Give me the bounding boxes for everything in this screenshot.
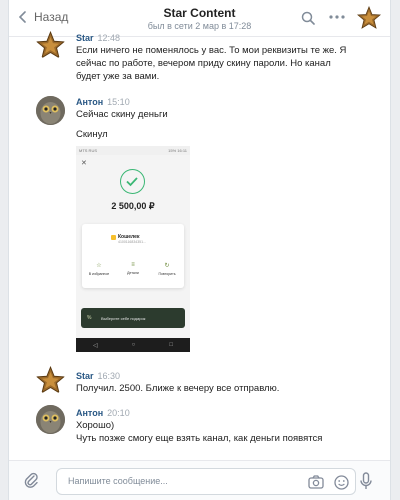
message-time: 12:48	[97, 33, 121, 43]
paperclip-icon[interactable]	[24, 471, 38, 489]
message-time: 16:30	[97, 371, 121, 381]
phone-status-bar: MTS RUS 15% 16:11	[76, 146, 190, 155]
message-text: Хорошо) Чуть позже смогу еще взять канал…	[76, 420, 323, 444]
message-input-box[interactable]	[56, 468, 356, 495]
message-author[interactable]: Антон 15:10	[76, 97, 130, 107]
message-composer	[9, 460, 390, 500]
image-attachment[interactable]: MTS RUS 15% 16:11 ✕ 2 500,00 ₽ Кошелек 41…	[76, 146, 190, 352]
payment-amount: 2 500,00 ₽	[111, 201, 155, 211]
message-text: Получил. 2500. Ближе к вечеру все отправ…	[76, 383, 280, 394]
wallet-actions: ☆ В избранное ≡ Детали ↻ Повторить	[82, 262, 184, 276]
more-icon[interactable]	[329, 15, 345, 19]
list-icon: ≡	[131, 262, 135, 268]
last-seen-status: был в сети 2 мар в 17:28	[147, 21, 252, 31]
repeat-action: ↻ Повторить	[152, 262, 182, 276]
avatar-anton[interactable]	[36, 96, 65, 125]
message-author[interactable]: Star 12:48	[76, 33, 120, 43]
chat-avatar-star[interactable]	[357, 6, 381, 30]
gift-banner: % Выберите себе подарок	[81, 308, 185, 328]
wallet-icon	[111, 235, 116, 240]
percent-icon: %	[87, 315, 92, 321]
owl-icon	[36, 405, 65, 434]
chat-window: Назад Star Content был в сети 2 мар в 17…	[8, 0, 391, 500]
attachment-screen: MTS RUS 15% 16:11 ✕ 2 500,00 ₽ Кошелек 41…	[76, 146, 190, 338]
favorite-action: ☆ В избранное	[84, 262, 114, 276]
message-input[interactable]	[68, 476, 288, 486]
owl-icon	[36, 96, 65, 125]
close-icon: ✕	[81, 160, 87, 167]
emoji-icon[interactable]	[334, 475, 349, 490]
message-time: 15:10	[107, 97, 130, 107]
nav-back-icon: ◁	[93, 342, 98, 349]
message-author[interactable]: Star 16:30	[76, 371, 120, 381]
repeat-icon: ↻	[164, 263, 170, 269]
nav-home-icon: ○	[131, 342, 136, 348]
wallet-number: 4100116834351...	[118, 240, 146, 244]
camera-icon[interactable]	[308, 475, 324, 489]
message-text: Если ничего не поменялось у вас. То мои …	[76, 45, 347, 82]
nav-recent-icon: □	[169, 342, 173, 348]
wallet-card: Кошелек 4100116834351... ☆ В избранное ≡ Д…	[82, 224, 184, 288]
avatar-star[interactable]	[36, 31, 65, 60]
star-icon: ☆	[96, 263, 102, 269]
chat-header: Назад Star Content был в сети 2 мар в 17…	[9, 0, 390, 37]
phone-nav-bar: ◁ ○ □	[76, 338, 190, 352]
message-text: Скинул	[76, 129, 108, 140]
check-circle-icon	[120, 169, 145, 194]
details-action: ≡ Детали	[118, 262, 148, 276]
avatar-anton[interactable]	[36, 405, 65, 434]
message-text: Сейчас скину деньги	[76, 109, 168, 120]
microphone-icon[interactable]	[360, 472, 372, 490]
message-author[interactable]: Антон 20:10	[76, 408, 130, 418]
avatar-star[interactable]	[36, 366, 65, 395]
search-icon[interactable]	[301, 11, 315, 25]
message-time: 20:10	[107, 408, 130, 418]
